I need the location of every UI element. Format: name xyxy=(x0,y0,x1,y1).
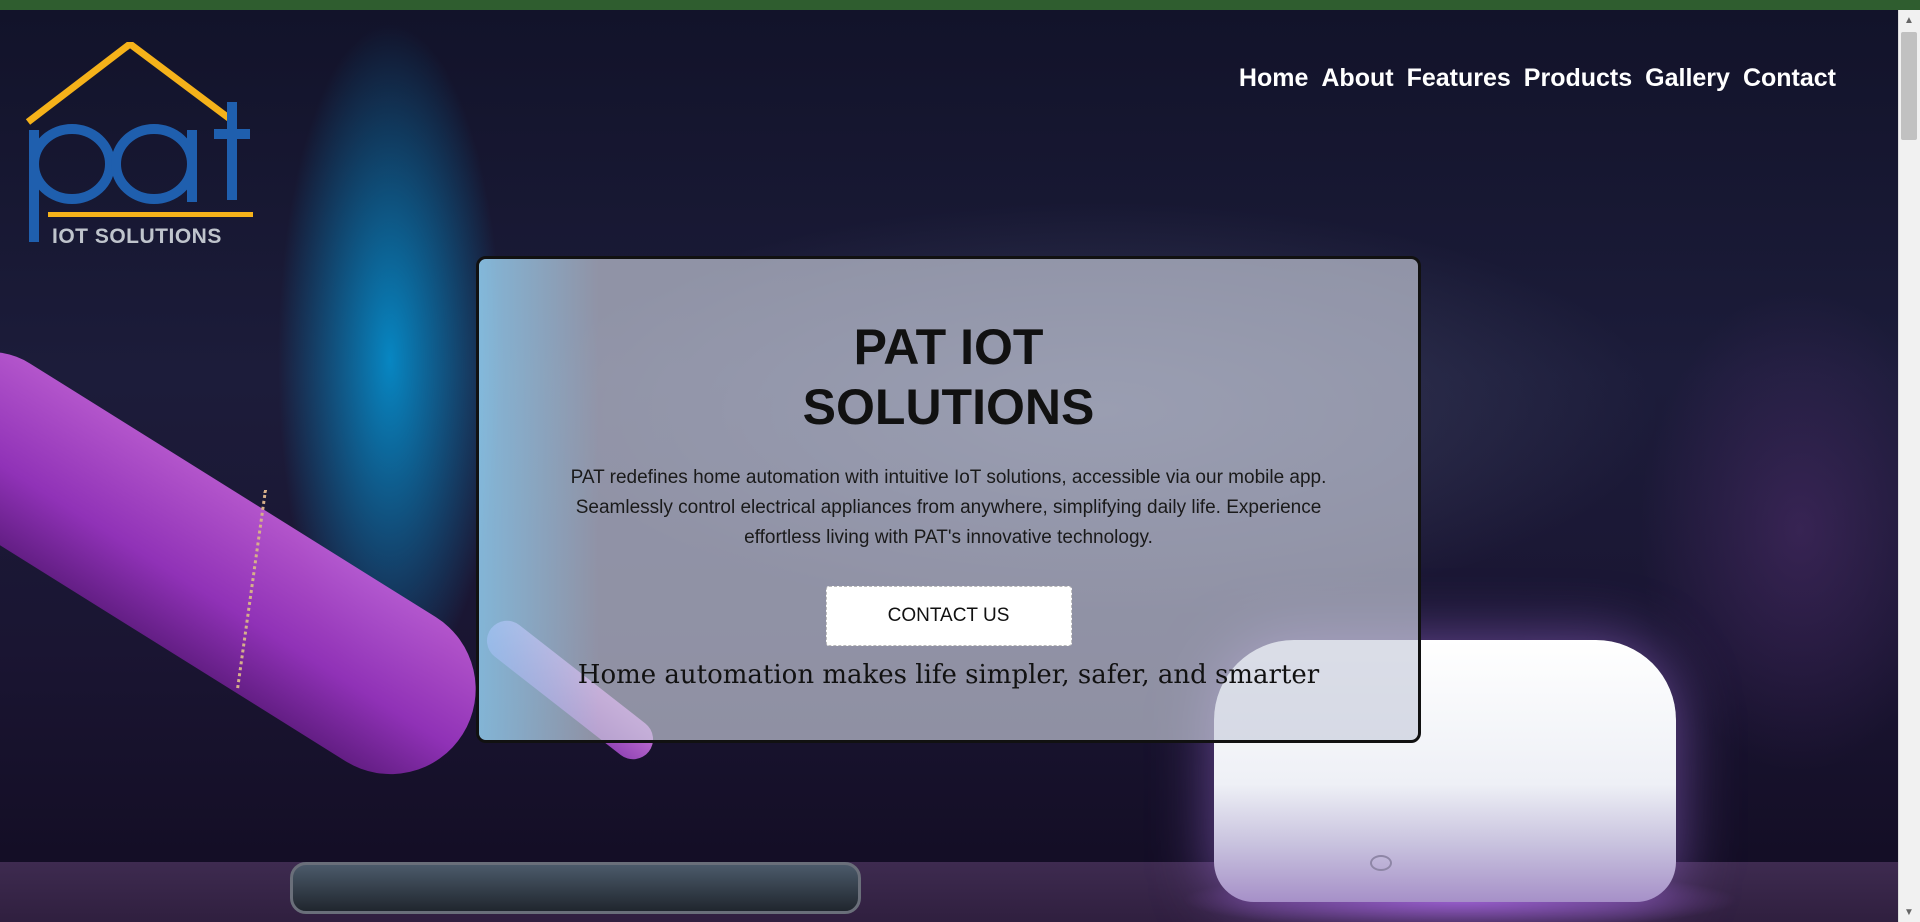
hero-description: PAT redefines home automation with intui… xyxy=(570,467,1327,548)
triangle-up-icon[interactable]: ▲ xyxy=(1898,10,1920,30)
pat-logo-icon xyxy=(25,39,253,242)
main-nav: Home About Features Products Gallery Con… xyxy=(1239,64,1836,93)
nav-contact-link[interactable]: Contact xyxy=(1743,64,1836,93)
speaker-button-icon xyxy=(1370,855,1392,871)
hero-tagline: Home automation makes life simpler, safe… xyxy=(577,660,1320,690)
nav-features-link[interactable]: Features xyxy=(1407,64,1511,93)
nav-about-link[interactable]: About xyxy=(1321,64,1393,93)
triangle-down-icon[interactable]: ▼ xyxy=(1898,902,1920,922)
contact-us-button[interactable]: CONTACT US xyxy=(825,586,1072,646)
hero-title: PAT IOT SOLUTIONS xyxy=(802,319,1095,435)
logo-tagline: IOT SOLUTIONS xyxy=(52,225,222,248)
browser-viewport: IOT SOLUTIONS Home About Features Produc… xyxy=(0,0,1920,922)
nav-products-link[interactable]: Products xyxy=(1524,64,1632,93)
nav-gallery-link[interactable]: Gallery xyxy=(1645,64,1730,93)
nav-home-link[interactable]: Home xyxy=(1239,64,1308,93)
site-logo[interactable]: IOT SOLUTIONS xyxy=(24,39,274,252)
page-scrollbar[interactable] xyxy=(1898,10,1920,922)
scrollbar-thumb[interactable] xyxy=(1901,32,1917,140)
smartphone-image xyxy=(290,862,861,914)
hero-card: PAT IOT SOLUTIONS PAT redefines home aut… xyxy=(476,256,1421,743)
